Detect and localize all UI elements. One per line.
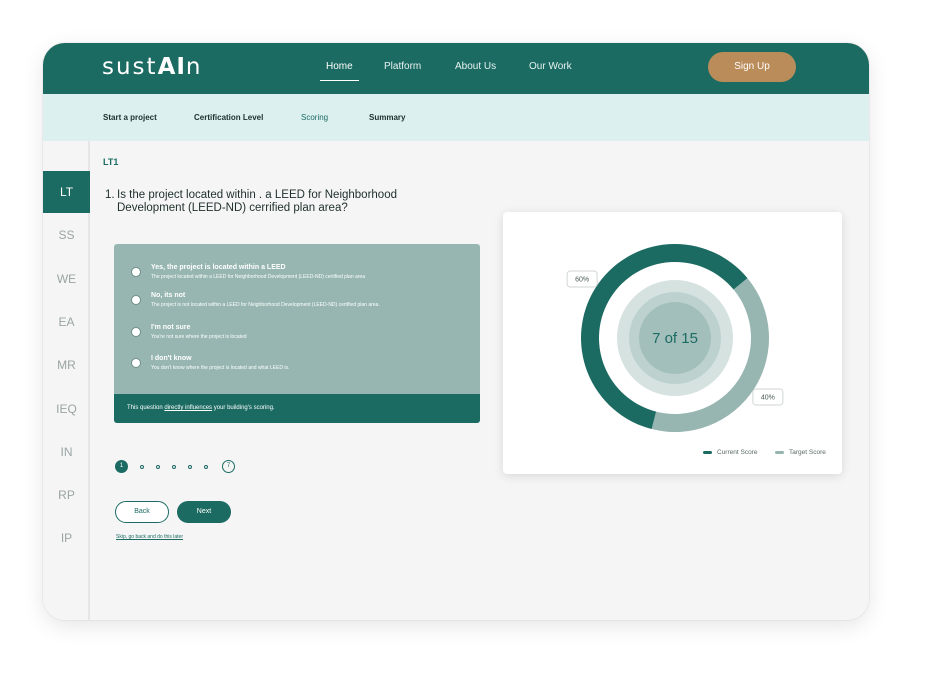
legend-label: Target Score [789, 449, 826, 456]
section-code: LT1 [103, 157, 119, 167]
answer-option[interactable]: Yes, the project is located within a LEE… [114, 264, 480, 294]
progress-steps: Start a project Certification Level Scor… [43, 94, 869, 141]
nav-our-work-link[interactable]: Our Work [529, 61, 572, 72]
sidebar-item-rp[interactable]: RP [43, 474, 90, 516]
score-tag-label: 60% [575, 277, 589, 284]
scoring-info-banner: This question directly influences your b… [114, 394, 480, 423]
step-scoring[interactable]: Scoring [301, 113, 328, 122]
option-title: I don't know [151, 355, 192, 362]
option-description: You're not sure where the project is loc… [151, 334, 247, 340]
sidebar-item-ip[interactable]: IP [43, 517, 90, 559]
option-title: I'm not sure [151, 324, 191, 331]
current-score-tag: 60% [566, 270, 598, 288]
skip-link[interactable]: Skip, go back and do this later [116, 534, 183, 540]
legend-label: Current Score [717, 449, 758, 456]
question-number: 1. [105, 189, 115, 201]
option-description: You don't know where the project is loca… [151, 365, 290, 371]
score-chart-card: 7 of 15 40% 60% Current Score Target Scor… [503, 212, 842, 474]
legend-swatch-target [775, 450, 784, 454]
score-donut-chart: 7 of 15 40% 60% [566, 243, 784, 432]
radio-button[interactable] [131, 295, 141, 305]
pager-dot[interactable] [172, 465, 176, 469]
sidebar-item-ieq[interactable]: IEQ [43, 388, 90, 430]
pager-current-page[interactable]: 1 [115, 460, 128, 473]
nav-about-link[interactable]: About Us [455, 61, 496, 72]
logo-suffix: n [185, 54, 203, 80]
score-tag-label: 40% [761, 394, 775, 401]
nav-platform-link[interactable]: Platform [384, 61, 421, 72]
sidebar-item-ss[interactable]: SS [43, 214, 90, 256]
radio-button[interactable] [131, 358, 141, 368]
sign-up-button[interactable]: Sign Up [708, 52, 796, 82]
option-description: The project is not located within a LEED… [151, 302, 380, 308]
step-summary[interactable]: Summary [369, 113, 405, 122]
pager-dot[interactable] [156, 465, 160, 469]
legend-swatch-current [703, 450, 712, 454]
option-title: Yes, the project is located within a LEE… [151, 264, 286, 271]
app-window: sustAIn Home Platform About Us Our Work … [43, 43, 869, 620]
logo-prefix: sust [102, 54, 158, 80]
pager-dot[interactable] [140, 465, 144, 469]
top-navigation: sustAIn Home Platform About Us Our Work … [43, 43, 869, 94]
answer-option[interactable]: No, its not The project is not located w… [114, 292, 480, 322]
back-button[interactable]: Back [115, 501, 169, 523]
logo-bold: AI [157, 54, 186, 80]
legend-item: Target Score [775, 449, 826, 456]
step-start-project[interactable]: Start a project [103, 113, 157, 122]
radio-button[interactable] [131, 327, 141, 337]
next-button[interactable]: Next [177, 501, 231, 523]
pager-dot[interactable] [204, 465, 208, 469]
answer-option[interactable]: I'm not sure You're not sure where the p… [114, 324, 480, 354]
center-score-label: 7 of 15 [652, 330, 698, 347]
pager-dot[interactable] [188, 465, 192, 469]
answer-option[interactable]: I don't know You don't know where the pr… [114, 355, 480, 385]
step-certification-level[interactable]: Certification Level [194, 113, 263, 122]
banner-link[interactable]: directly influences [164, 405, 212, 411]
banner-text-prefix: This question [127, 405, 165, 411]
category-sidebar: LT SS WE EA MR IEQ IN RP IP [43, 141, 90, 620]
radio-button[interactable] [131, 267, 141, 277]
sidebar-item-in[interactable]: IN [43, 431, 90, 473]
option-description: The project located within a LEED for Ne… [151, 274, 365, 280]
banner-text-suffix: your building's scoring. [212, 405, 275, 411]
sidebar-item-lt[interactable]: LT [43, 171, 90, 213]
target-score-tag: 40% [752, 388, 784, 406]
answer-options-panel: Yes, the project is located within a LEE… [114, 244, 480, 423]
logo[interactable]: sustAIn [102, 54, 203, 80]
sidebar-item-we[interactable]: WE [43, 258, 90, 300]
question-body: Is the project located within . a LEED f… [117, 189, 397, 214]
sidebar-item-mr[interactable]: MR [43, 344, 90, 386]
sidebar-item-ea[interactable]: EA [43, 301, 90, 343]
option-title: No, its not [151, 292, 186, 299]
nav-home-link[interactable]: Home [320, 61, 359, 81]
pager-last-page[interactable]: 7 [222, 460, 235, 473]
legend-item: Current Score [703, 449, 757, 456]
